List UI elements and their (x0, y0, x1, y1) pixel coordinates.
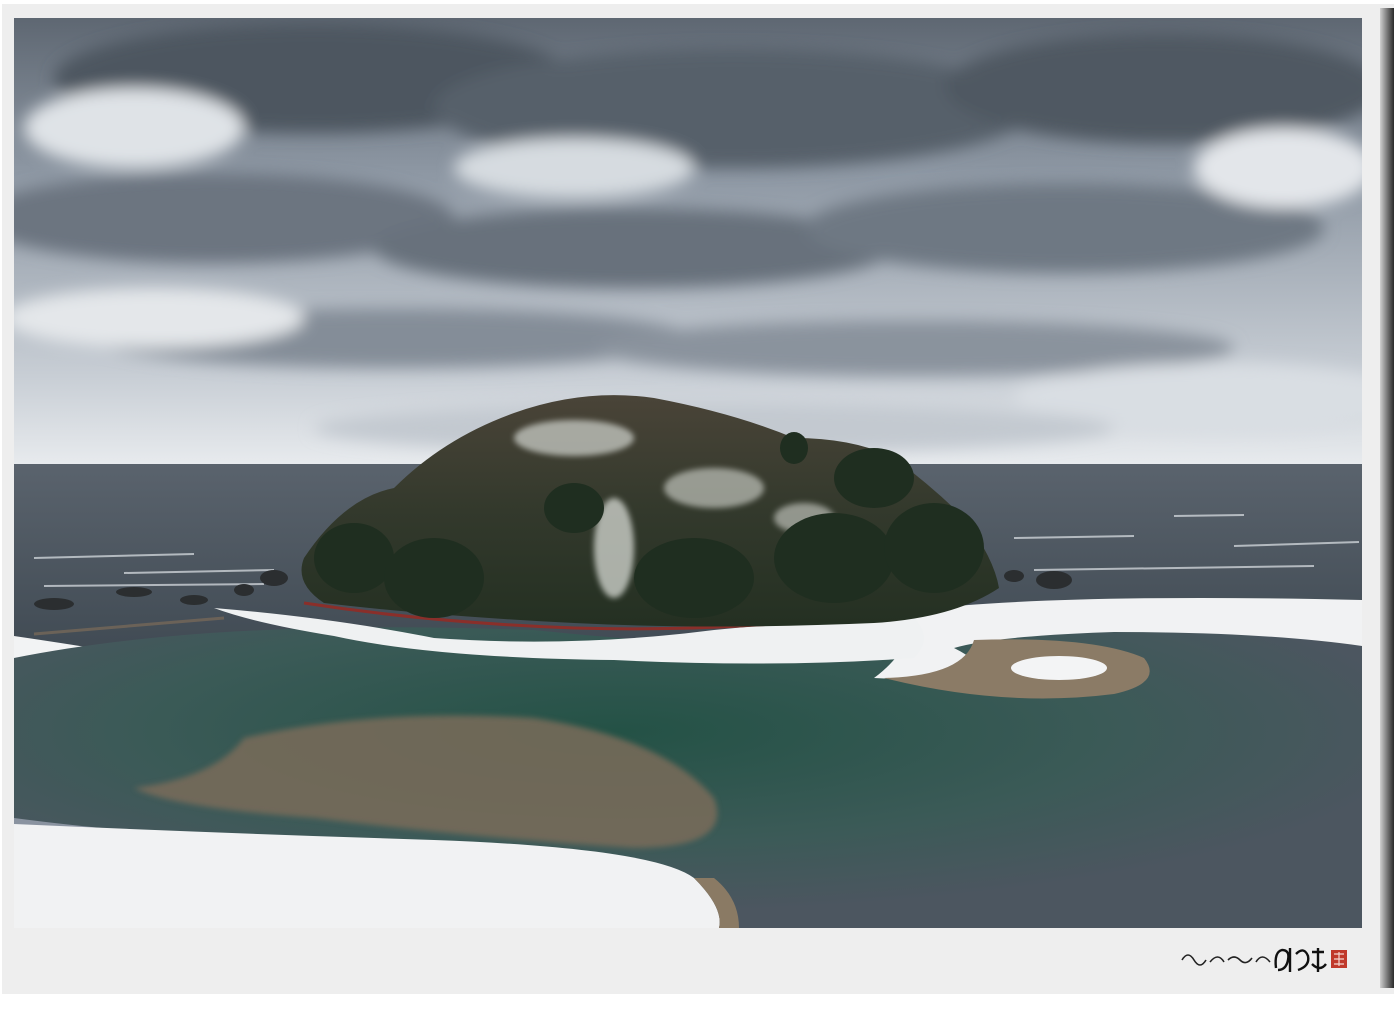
frame-shadow (1380, 8, 1394, 988)
photo-canvas (14, 18, 1362, 928)
bottom-strip (2, 994, 1394, 1015)
snow-patch (1011, 656, 1107, 680)
landscape-photo (14, 18, 1362, 928)
photographer-signature (1181, 948, 1347, 972)
